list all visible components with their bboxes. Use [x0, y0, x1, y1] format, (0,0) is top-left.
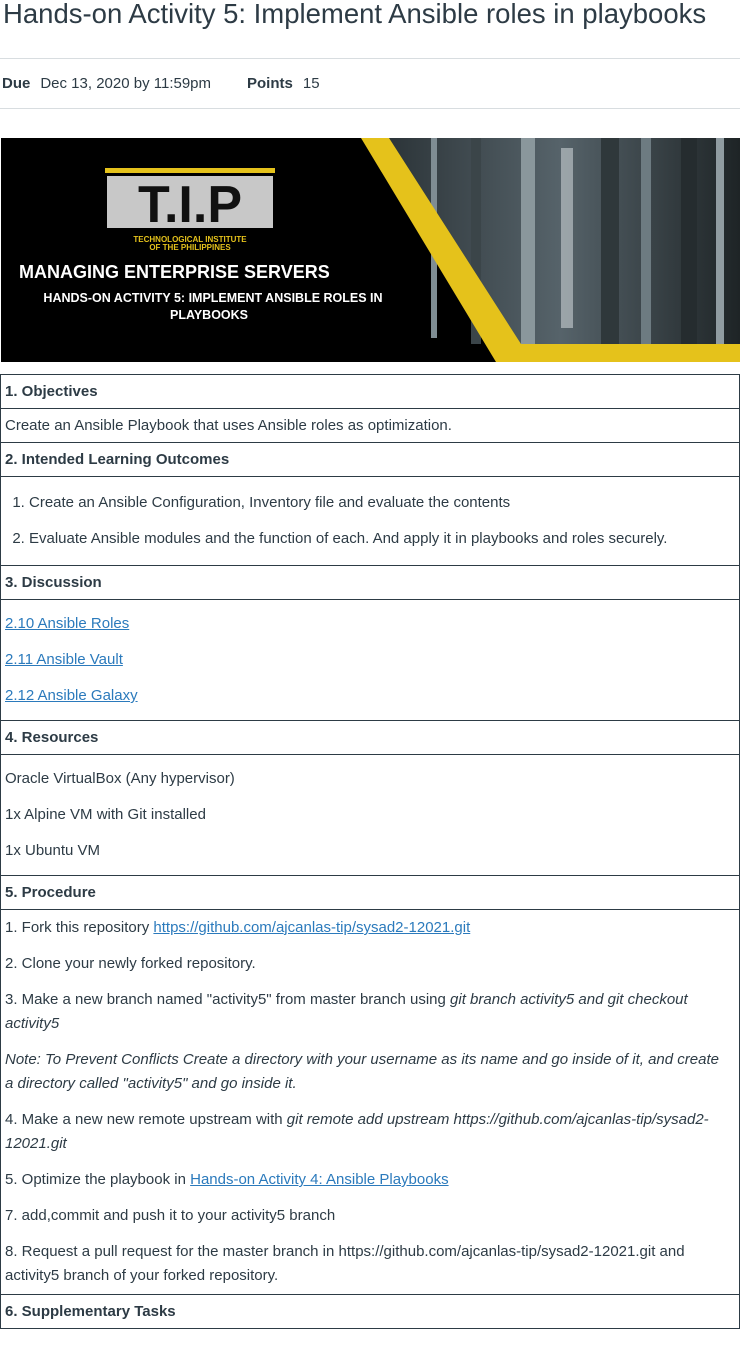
procedure-step-4: 4. Make a new new remote upstream with g…: [5, 1111, 709, 1152]
banner-subheading-line1: HANDS-ON ACTIVITY 5: IMPLEMENT ANSIBLE R…: [43, 291, 382, 305]
due-value: Dec 13, 2020 by 11:59pm: [40, 75, 212, 92]
assignment-page: Hands-on Activity 5: Implement Ansible r…: [0, 0, 740, 1354]
supplementary-header: 6. Supplementary Tasks: [0, 1294, 740, 1329]
assignment-meta: Due Dec 13, 2020 by 11:59pm Points 15: [0, 58, 740, 109]
discussion-header: 3. Discussion: [0, 565, 740, 600]
due-label: Due: [2, 75, 31, 92]
institute-line2: OF THE PHILIPPINES: [149, 243, 231, 252]
banner-heading: MANAGING ENTERPRISE SERVERS: [19, 262, 330, 282]
ilo-item: Evaluate Ansible modules and the functio…: [29, 521, 739, 557]
link-ansible-vault[interactable]: 2.11 Ansible Vault: [5, 651, 123, 668]
procedure-cell: 1. Fork this repository https://github.c…: [0, 909, 740, 1295]
activity-table: 1. Objectives Create an Ansible Playbook…: [0, 374, 740, 1329]
link-ansible-galaxy[interactable]: 2.12 Ansible Galaxy: [5, 687, 138, 704]
procedure-step-3: 3. Make a new branch named "activity5" f…: [5, 991, 688, 1032]
resource-item: Oracle VirtualBox (Any hypervisor): [5, 770, 235, 787]
ilo-cell: Create an Ansible Configuration, Invento…: [0, 476, 740, 566]
procedure-step-8: 8. Request a pull request for the master…: [5, 1243, 685, 1284]
logo-text: T.I.P: [138, 176, 242, 234]
procedure-step-2: 2. Clone your newly forked repository.: [5, 955, 256, 972]
resource-item: 1x Ubuntu VM: [5, 842, 101, 859]
repository-link[interactable]: https://github.com/ajcanlas-tip/sysad2-1…: [153, 919, 470, 936]
logo-bar: [105, 168, 275, 173]
points-label: Points: [247, 75, 293, 92]
procedure-step-5: 5. Optimize the playbook in Hands-on Act…: [5, 1171, 449, 1188]
procedure-header: 5. Procedure: [0, 875, 740, 910]
banner-graphic: T.I.P TECHNOLOGICAL INSTITUTE OF THE PHI…: [19, 138, 740, 362]
resources-cell: Oracle VirtualBox (Any hypervisor) 1x Al…: [0, 754, 740, 876]
banner-subheading-line2: PLAYBOOKS: [170, 308, 248, 322]
course-banner: T.I.P TECHNOLOGICAL INSTITUTE OF THE PHI…: [1, 138, 740, 362]
objectives-header: 1. Objectives: [0, 374, 740, 409]
procedure-step-7: 7. add,commit and push it to your activi…: [5, 1207, 336, 1224]
resources-header: 4. Resources: [0, 720, 740, 755]
ilo-header: 2. Intended Learning Outcomes: [0, 442, 740, 477]
points-value: 15: [302, 75, 320, 92]
resource-item: 1x Alpine VM with Git installed: [5, 806, 206, 823]
activity4-link[interactable]: Hands-on Activity 4: Ansible Playbooks: [190, 1171, 448, 1188]
procedure-step-1: 1. Fork this repository https://github.c…: [5, 919, 471, 936]
link-ansible-roles[interactable]: 2.10 Ansible Roles: [5, 615, 129, 632]
page-title: Hands-on Activity 5: Implement Ansible r…: [3, 0, 707, 29]
ilo-item: Create an Ansible Configuration, Invento…: [29, 485, 739, 521]
objectives-text: Create an Ansible Playbook that uses Ans…: [0, 408, 740, 443]
procedure-note: Note: To Prevent Conflicts Create a dire…: [5, 1051, 719, 1092]
ilo-list: Create an Ansible Configuration, Invento…: [5, 485, 739, 557]
discussion-cell: 2.10 Ansible Roles 2.11 Ansible Vault 2.…: [0, 599, 740, 721]
